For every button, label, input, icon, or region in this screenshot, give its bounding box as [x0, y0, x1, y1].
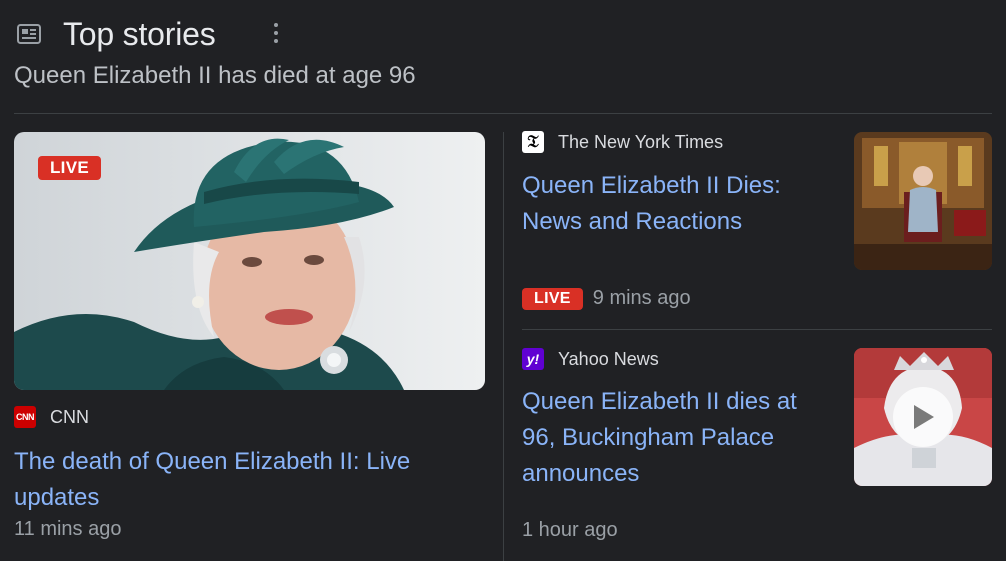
story-time: 11 mins ago: [14, 518, 122, 540]
yahoo-logo-icon: y!: [522, 348, 544, 370]
topic-subtitle: Queen Elizabeth II has died at age 96: [14, 62, 416, 89]
source-cnn[interactable]: CNN CNN: [14, 406, 89, 428]
source-name: Yahoo News: [558, 348, 659, 369]
story-time: 9 mins ago: [592, 287, 691, 309]
nyt-logo-icon: 𝔗: [522, 131, 544, 153]
story-divider: [522, 329, 992, 330]
story-meta-nyt: LIVE 9 mins ago: [522, 287, 691, 310]
story-thumbnail-nyt[interactable]: [854, 132, 992, 270]
source-name: CNN: [50, 406, 89, 427]
more-vert-icon[interactable]: [266, 20, 286, 46]
play-icon[interactable]: [893, 387, 953, 447]
source-nyt[interactable]: 𝔗 The New York Times: [522, 131, 723, 153]
section-title: Top stories: [63, 15, 216, 52]
newspaper-icon: [16, 23, 42, 45]
column-divider: [503, 132, 504, 561]
header-divider: [14, 113, 992, 114]
live-badge: LIVE: [38, 156, 101, 180]
section-header: Top stories: [16, 14, 216, 54]
source-yahoo[interactable]: y! Yahoo News: [522, 348, 659, 370]
story-time: 1 hour ago: [522, 519, 618, 541]
story-headline-yahoo[interactable]: Queen Elizabeth II dies at 96, Buckingha…: [522, 384, 822, 492]
source-name: The New York Times: [558, 131, 724, 152]
story-thumbnail-yahoo[interactable]: [854, 348, 992, 486]
story-headline-nyt[interactable]: Queen Elizabeth II Dies: News and Reacti…: [522, 168, 822, 240]
story-headline-cnn[interactable]: The death of Queen Elizabeth II: Live up…: [14, 444, 464, 516]
live-badge: LIVE: [522, 287, 583, 310]
cnn-logo-icon: CNN: [14, 406, 36, 428]
story-image-cnn[interactable]: LIVE: [14, 132, 485, 390]
